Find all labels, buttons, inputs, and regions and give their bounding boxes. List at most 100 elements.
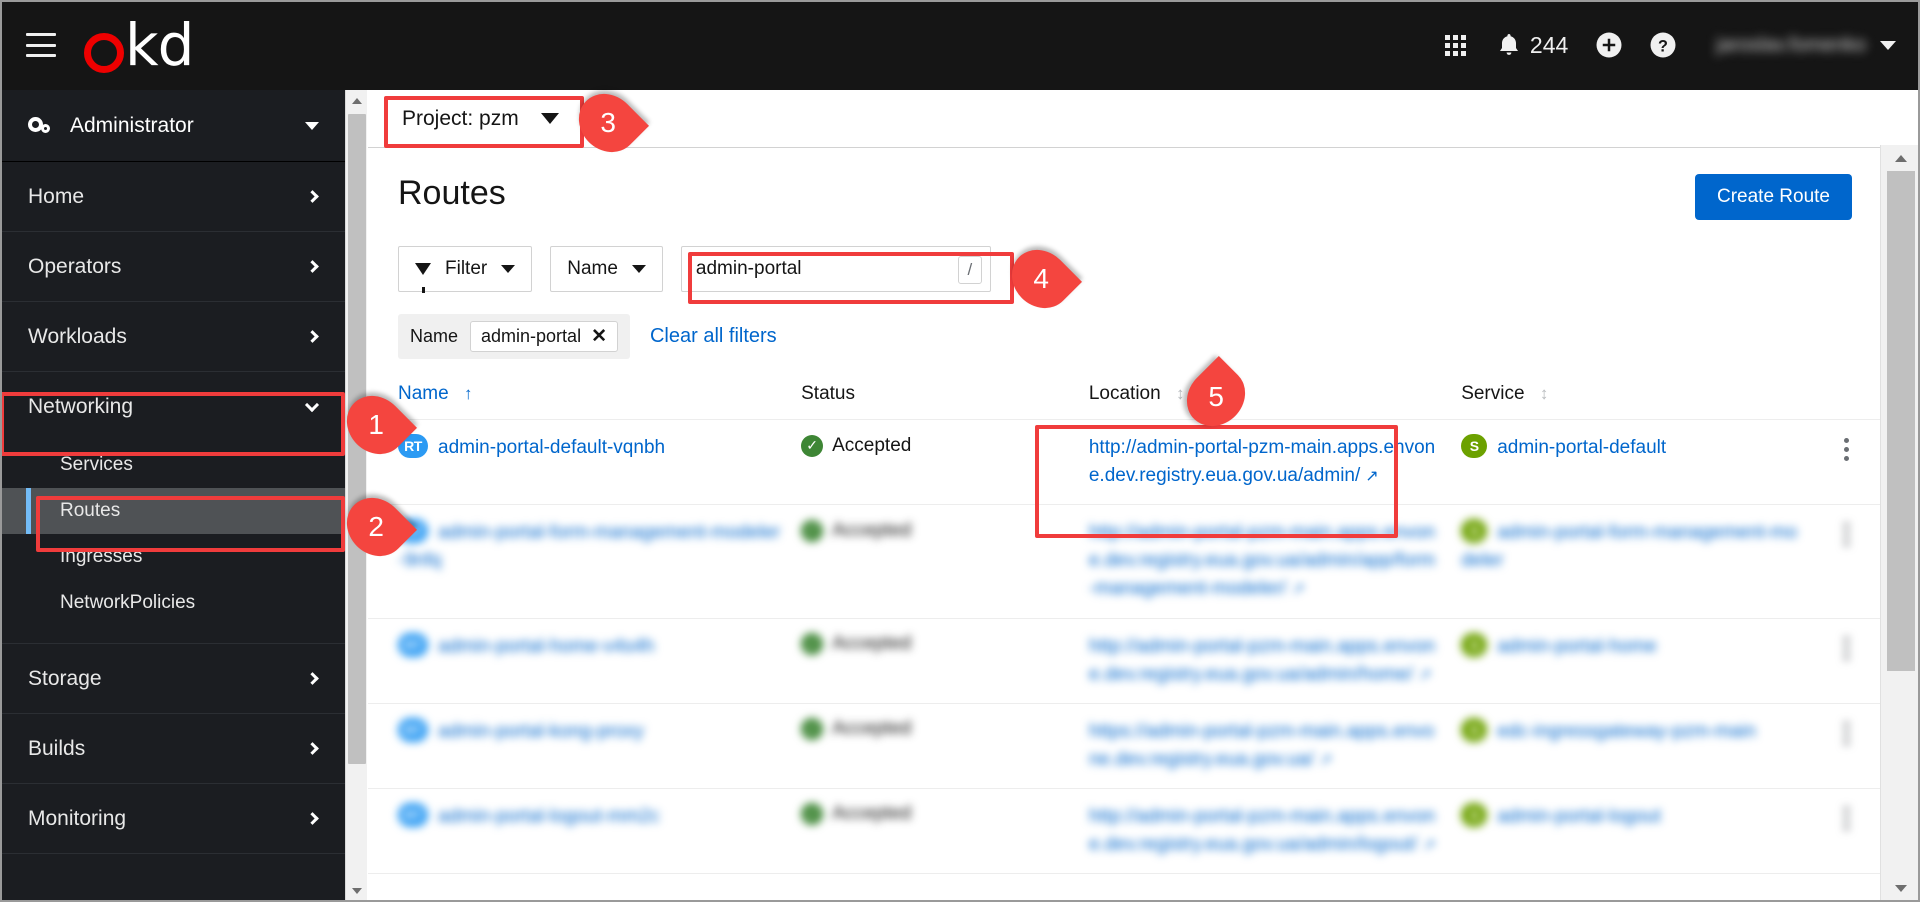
filter-dropdown[interactable]: Filter [398,246,533,293]
chevron-right-icon [306,812,319,825]
filter-chip[interactable]: admin-portal ✕ [470,321,618,352]
notifications-button[interactable]: 244 [1483,32,1582,59]
search-input[interactable] [681,247,990,291]
status-text: Accepted [832,434,912,456]
clear-all-filters-link[interactable]: Clear all filters [650,325,777,348]
perspective-switcher[interactable]: Administrator [0,90,345,162]
cell-actions [1812,788,1880,875]
route-location-link[interactable]: http://admin-portal-pzm-main.apps.envone… [1089,522,1435,599]
route-badge-icon: RT [398,802,428,827]
scroll-down-arrow-icon[interactable] [352,888,362,894]
cell-location: http://admin-portal-pzm-main.apps.envone… [1078,419,1452,506]
column-label: Status [801,383,855,404]
sidebar-group-label: Builds [28,736,86,760]
column-header-name[interactable]: Name ↑ [368,377,792,420]
scroll-down-arrow-icon[interactable] [1895,885,1907,892]
column-header-service[interactable]: Service ↕ [1451,377,1813,420]
route-location-link[interactable]: https://admin-portal-pzm-main.apps.envon… [1089,721,1434,770]
column-label: Service [1461,383,1525,404]
project-selector-label: Project: pzm [402,106,519,130]
table-row[interactable]: RT admin-portal-kong-proxy ✓ Accepted htt… [368,703,1880,789]
help-circle-icon[interactable]: ? [1636,18,1690,72]
service-link[interactable]: admin-portal-default [1497,437,1666,458]
sidebar-item-home[interactable]: Home [0,162,345,232]
perspective-label: Administrator [70,113,194,137]
service-badge-icon: S [1461,802,1488,827]
check-circle-icon: ✓ [801,519,824,542]
route-name-link[interactable]: admin-portal-form-management-modeler-9nf… [398,522,780,571]
service-link[interactable]: admin-portal-home [1497,636,1656,657]
sidebar-item-networking[interactable]: Networking [0,372,345,442]
close-icon[interactable]: ✕ [591,327,607,346]
cell-actions [1812,419,1880,506]
route-name-link[interactable]: admin-portal-logout-mm2c [438,806,660,827]
service-badge-icon: S [1461,434,1488,458]
scroll-up-arrow-icon[interactable] [1895,155,1907,162]
external-link-icon[interactable]: ↗ [1422,835,1435,855]
status-text: Accepted [832,633,912,655]
column-header-status[interactable]: Status [791,377,1079,420]
logo-kd-text: kd [125,11,194,79]
hamburger-icon[interactable] [26,33,56,57]
project-selector[interactable]: Project: pzm [384,99,577,139]
cell-name: RT admin-portal-home-v4s4h [368,618,792,704]
create-route-button[interactable]: Create Route [1694,174,1852,220]
route-name-link[interactable]: admin-portal-kong-proxy [438,721,644,742]
sidebar-item-services[interactable]: Services [0,442,345,488]
table-row[interactable]: RT admin-portal-default-vqnbh ✓ Accepted … [368,419,1880,506]
kebab-menu-icon[interactable] [1822,633,1870,660]
table-row[interactable]: RT admin-portal-home-v4s4h ✓ Accepted htt… [368,618,1880,704]
sidebar-item-storage[interactable]: Storage [0,644,345,714]
scroll-up-arrow-icon[interactable] [352,98,362,104]
check-circle-icon: ✓ [801,434,824,457]
okd-logo[interactable]: kd [84,11,194,79]
table-row[interactable]: RTadmin-portal-form-management-modeler-9… [368,504,1880,619]
sidebar-item-monitoring[interactable]: Monitoring [0,784,345,854]
sidebar-item-ingresses[interactable]: Ingresses [0,534,345,580]
sidebar-item-operators[interactable]: Operators [0,232,345,302]
external-link-icon[interactable]: ↗ [1365,466,1378,486]
cell-location: http://admin-portal-pzm-main.apps.envone… [1078,618,1452,704]
kebab-menu-icon[interactable] [1822,519,1870,547]
sidebar-item-networkpolicies[interactable]: NetworkPolicies [0,580,345,626]
route-name-link[interactable]: admin-portal-home-v4s4h [438,636,655,657]
kebab-menu-icon[interactable] [1822,718,1870,745]
page-scrollbar[interactable] [1880,145,1920,902]
sidebar-item-builds[interactable]: Builds [0,714,345,784]
route-location-link[interactable]: http://admin-portal-pzm-main.apps.envone… [1089,636,1435,685]
caret-down-icon [501,265,516,273]
sort-icon: ↕ [1175,384,1185,403]
cell-name: RT admin-portal-logout-mm2c [368,788,792,875]
service-link[interactable]: admin-portal-form-management-modeler [1461,522,1797,571]
service-link[interactable]: edc-ingressgateway-pzm-main [1497,721,1756,742]
table-header-row: Name ↑ Status Location ↕ Service ↕ [368,377,1880,420]
service-link[interactable]: admin-portal-logout [1497,806,1661,827]
sidebar-group-label: Operators [28,254,122,278]
annotation-marker-label: 2 [368,511,384,543]
check-circle-icon: ✓ [801,633,824,656]
plus-circle-icon[interactable] [1582,18,1636,72]
check-circle-icon: ✓ [801,803,824,826]
table-row[interactable]: RT admin-portal-logout-mm2c ✓ Accepted ht… [368,788,1880,875]
route-name-link[interactable]: admin-portal-default-vqnbh [438,437,665,458]
external-link-icon[interactable]: ↗ [1291,579,1304,599]
kebab-menu-icon[interactable] [1822,434,1870,461]
service-badge-icon: S [1461,519,1488,544]
kebab-menu-icon[interactable] [1822,803,1870,830]
external-link-icon[interactable]: ↗ [1418,665,1431,685]
sort-icon: ↕ [1539,384,1549,403]
sidebar-scrollbar[interactable] [345,90,367,902]
apps-grid-icon[interactable] [1429,18,1483,72]
sidebar-item-workloads[interactable]: Workloads [0,302,345,372]
route-location-link[interactable]: http://admin-portal-pzm-main.apps.envone… [1089,806,1435,855]
page-scrollbar-thumb[interactable] [1887,171,1915,671]
route-location-link[interactable]: http://admin-portal-pzm-main.apps.envone… [1089,437,1435,486]
status-text: Accepted [832,803,912,825]
column-header-location[interactable]: Location ↕ [1078,377,1452,420]
attribute-dropdown[interactable]: Name [550,246,663,292]
user-menu[interactable]: jaroslav.fomenko [1716,34,1896,57]
gears-icon [28,115,54,137]
sidebar-item-routes[interactable]: Routes [0,488,345,534]
external-link-icon[interactable]: ↗ [1319,750,1332,770]
check-circle-icon: ✓ [801,718,824,741]
